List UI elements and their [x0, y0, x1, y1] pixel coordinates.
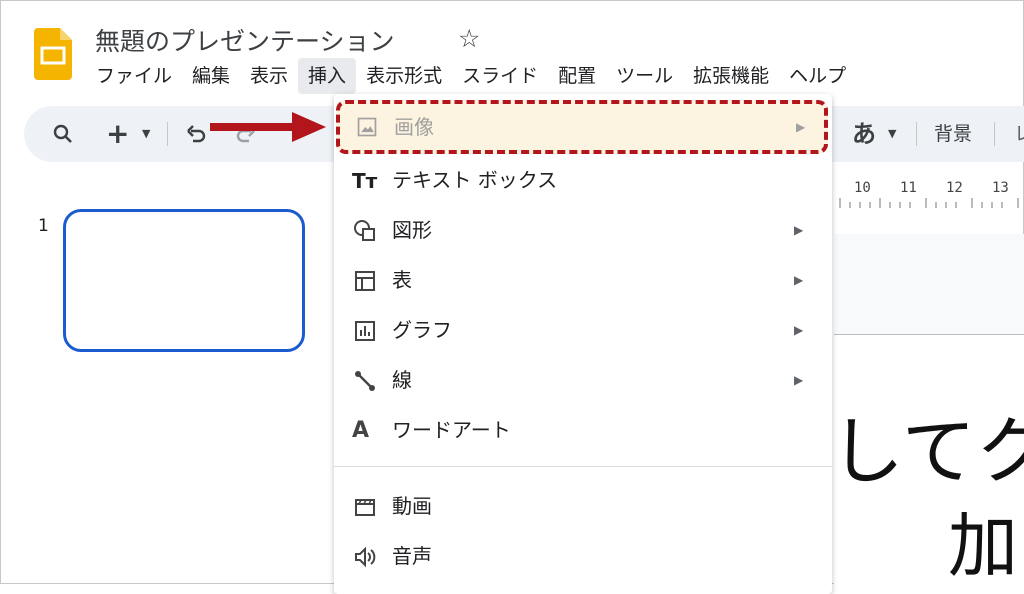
- audio-icon: [355, 546, 376, 568]
- menu-item-label: 図形: [392, 218, 432, 242]
- toolbar-divider: [994, 122, 995, 146]
- submenu-arrow-icon: ▶: [794, 323, 804, 337]
- menu-file[interactable]: ファイル: [86, 58, 182, 94]
- undo-icon[interactable]: [184, 106, 208, 162]
- menu-item-label: 音声: [392, 544, 432, 568]
- presentation-title[interactable]: 無題のプレゼンテーション: [95, 22, 395, 58]
- menu-item-label: 動画: [392, 494, 432, 518]
- line-icon: [355, 371, 375, 391]
- submenu-arrow-icon: ▶: [796, 120, 806, 134]
- slide-text-line2[interactable]: 加: [948, 490, 1018, 591]
- slides-logo[interactable]: [34, 28, 72, 80]
- chart-icon: [355, 321, 375, 341]
- menu-item-video[interactable]: 動画: [334, 482, 832, 530]
- menu-item-table[interactable]: 表 ▶: [334, 256, 832, 304]
- chevron-down-icon[interactable]: ▼: [142, 106, 150, 162]
- red-arrow-pointer: [210, 112, 326, 142]
- menu-format[interactable]: 表示形式: [356, 58, 452, 94]
- menu-item-label: ワードアート: [392, 418, 511, 442]
- submenu-arrow-icon: ▶: [794, 273, 804, 287]
- new-slide-icon[interactable]: +: [106, 106, 129, 162]
- menu-arrange[interactable]: 配置: [548, 58, 606, 94]
- menu-item-wordart[interactable]: A ワードアート: [334, 406, 832, 454]
- menu-view[interactable]: 表示: [240, 58, 298, 94]
- ruler-label: 13: [992, 180, 1009, 196]
- menu-edit[interactable]: 編集: [182, 58, 240, 94]
- layout-button[interactable]: レ: [1014, 106, 1024, 162]
- shape-icon: [354, 220, 375, 241]
- submenu-arrow-icon: ▶: [794, 223, 804, 237]
- insert-menu-dropdown: Tт テキスト ボックス 図形 ▶ 表 ▶ グラフ ▶ 線 ▶ A ワードアート…: [334, 94, 832, 594]
- menu-slide[interactable]: スライド: [452, 58, 548, 94]
- ruler-label: 11: [900, 180, 917, 196]
- menu-bar: ファイル 編集 表示 挿入 表示形式 スライド 配置 ツール 拡張機能 ヘルプ: [86, 58, 856, 94]
- table-icon: [355, 271, 375, 291]
- slide-text-line1[interactable]: してク: [830, 392, 1024, 499]
- menu-extensions[interactable]: 拡張機能: [683, 58, 779, 94]
- menu-item-line[interactable]: 線 ▶: [334, 356, 832, 404]
- slide-number: 1: [38, 216, 49, 236]
- wordart-icon: A: [352, 418, 370, 443]
- menu-help[interactable]: ヘルプ: [779, 58, 856, 94]
- menu-tools[interactable]: ツール: [606, 58, 683, 94]
- font-chevron-icon[interactable]: ▼: [888, 106, 896, 162]
- image-item-highlight[interactable]: 画像 ▶: [336, 100, 828, 154]
- search-icon[interactable]: [52, 106, 74, 162]
- ruler-label: 12: [946, 180, 963, 196]
- menu-item-label: テキスト ボックス: [392, 168, 558, 192]
- video-icon: [355, 499, 375, 516]
- menu-item-label: 線: [392, 368, 412, 392]
- background-button[interactable]: 背景: [934, 106, 972, 162]
- menu-divider: [334, 466, 832, 467]
- menu-insert[interactable]: 挿入: [298, 58, 357, 94]
- ruler-label: 10: [854, 180, 871, 196]
- toolbar-divider: [167, 122, 168, 146]
- menu-item-chart[interactable]: グラフ ▶: [334, 306, 832, 354]
- slide-thumbnail[interactable]: [63, 209, 305, 352]
- menu-item-audio[interactable]: 音声: [334, 532, 832, 580]
- star-icon[interactable]: ☆: [458, 24, 480, 53]
- ruler: 10 11 12 13: [834, 176, 1024, 210]
- menu-item-label: 画像: [394, 115, 434, 139]
- textbox-icon: Tт: [352, 169, 378, 193]
- menu-item-textbox[interactable]: Tт テキスト ボックス: [334, 156, 832, 204]
- menu-item-shape[interactable]: 図形 ▶: [334, 206, 832, 254]
- image-icon: [357, 117, 377, 137]
- menu-item-label: 表: [392, 268, 412, 292]
- submenu-arrow-icon: ▶: [794, 373, 804, 387]
- toolbar-divider: [916, 122, 917, 146]
- menu-item-label: グラフ: [392, 318, 452, 342]
- font-button[interactable]: あ: [852, 106, 876, 162]
